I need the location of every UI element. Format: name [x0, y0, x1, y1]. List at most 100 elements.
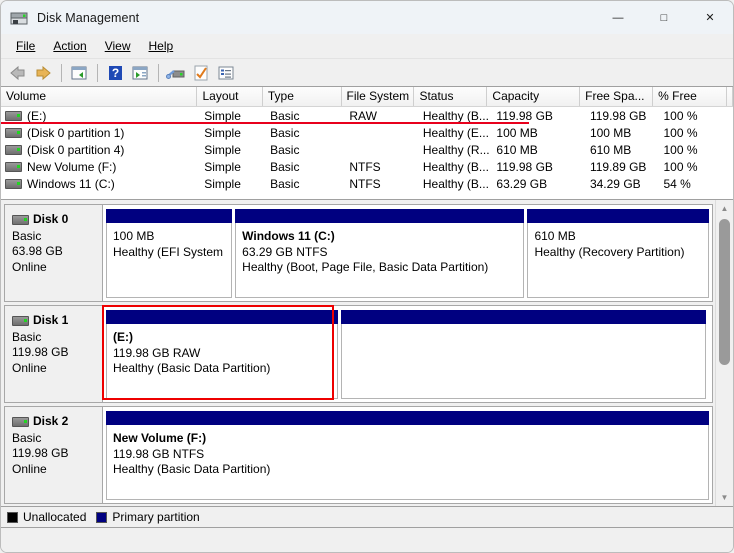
- cell-volume: (Disk 0 partition 4): [1, 143, 199, 157]
- partition-health: Healthy (Basic Data Partition): [113, 462, 271, 476]
- column-header-volume[interactable]: Volume: [1, 87, 198, 106]
- graphical-pane-scrollbar[interactable]: ▲ ▼: [715, 200, 733, 506]
- minimize-button[interactable]: —: [595, 1, 641, 34]
- disk-1-size: 119.98 GB: [12, 345, 69, 359]
- scroll-up-arrow-icon[interactable]: ▲: [716, 200, 733, 217]
- disk-2-name: Disk 2: [33, 414, 69, 428]
- show-hide-console-tree-icon[interactable]: [67, 61, 91, 84]
- scrollbar-thumb[interactable]: [719, 219, 730, 365]
- partition-details: 610 MB Healthy (Recovery Partition): [527, 223, 709, 298]
- cell-type: Basic: [270, 125, 300, 140]
- column-header-capacity[interactable]: Capacity: [487, 87, 581, 106]
- partition-size-fs: 63.29 GB NTFS: [242, 244, 328, 259]
- cell-capacity: 100 MB: [496, 125, 538, 140]
- legend-swatch-unallocated: [7, 511, 18, 523]
- partition-new-volume-f[interactable]: New Volume (F:) 119.98 GB NTFS Healthy (…: [106, 411, 709, 500]
- disk-2-title: Disk 2: [12, 414, 102, 430]
- menu-view[interactable]: View: [96, 36, 140, 56]
- partition-health: Healthy (Basic Data Partition): [113, 361, 271, 375]
- cell-volume-label: (Disk 0 partition 4): [27, 142, 125, 157]
- partition-color-bar: [106, 411, 709, 425]
- menu-help[interactable]: Help: [140, 36, 183, 56]
- table-row[interactable]: (Disk 0 partition 1) Simple Basic Health…: [1, 124, 733, 141]
- column-header-status[interactable]: Status: [414, 87, 488, 106]
- menu-help-label: Help: [148, 39, 174, 53]
- cell-capacity: 63.29 GB: [496, 176, 548, 191]
- table-row[interactable]: (Disk 0 partition 4) Simple Basic Health…: [1, 141, 733, 158]
- cell-volume: Windows 11 (C:): [1, 177, 199, 191]
- menu-bar: File Action View Help: [1, 34, 733, 59]
- cell-percent-free: 100 %: [663, 125, 698, 140]
- scroll-down-arrow-icon[interactable]: ▼: [716, 489, 733, 506]
- partition-recovery[interactable]: 610 MB Healthy (Recovery Partition): [527, 209, 709, 298]
- column-header-percent-free[interactable]: % Free: [653, 87, 727, 106]
- volume-list-rows: (E:) Simple Basic RAW Healthy (B... 119.…: [1, 107, 733, 192]
- column-header-layout[interactable]: Layout: [197, 87, 263, 106]
- partition-name: (E:): [113, 330, 133, 344]
- disk-info-disk-1: Disk 1 Basic 119.98 GB Online: [5, 306, 103, 402]
- window-title: Disk Management: [37, 10, 140, 25]
- disk-drive-icon: [10, 10, 28, 26]
- maximize-button[interactable]: □: [641, 1, 687, 34]
- legend-swatch-primary-partition: [96, 511, 108, 523]
- disk-drive-icon: [12, 214, 29, 225]
- partition-disk-1-remainder[interactable]: [340, 310, 706, 399]
- column-header-free-space[interactable]: Free Spa...: [580, 87, 654, 106]
- cell-file-system: NTFS: [349, 176, 381, 191]
- disk-1-partitions: (E:) 119.98 GB RAW Healthy (Basic Data P…: [102, 305, 712, 402]
- column-header-type[interactable]: Type: [262, 87, 342, 106]
- cell-capacity: 119.98 GB: [496, 159, 553, 174]
- disk-2-partitions: New Volume (F:) 119.98 GB NTFS Healthy (…: [103, 407, 712, 503]
- disk-row-disk-1[interactable]: Disk 1 Basic 119.98 GB Online (E:) 119.9…: [4, 305, 713, 403]
- partition-e-raw[interactable]: (E:) 119.98 GB RAW Healthy (Basic Data P…: [106, 310, 338, 399]
- table-row[interactable]: New Volume (F:) Simple Basic NTFS Health…: [1, 158, 733, 175]
- list-icon[interactable]: [214, 61, 238, 84]
- disk-0-size: 63.98 GB: [12, 244, 63, 258]
- cell-volume-label: (E:): [27, 108, 47, 123]
- volume-list-pane: Volume Layout Type File System Status Ca…: [1, 87, 733, 200]
- cell-layout: Simple: [204, 125, 241, 140]
- forward-icon[interactable]: [31, 61, 55, 84]
- disk-drive-icon: [12, 416, 29, 427]
- help-icon[interactable]: ?: [103, 61, 127, 84]
- partition-color-bar: [340, 310, 706, 324]
- cell-layout: Simple: [204, 159, 241, 174]
- cell-layout: Simple: [204, 176, 241, 191]
- cell-capacity: 119.98 GB: [496, 108, 553, 123]
- toolbar-separator: [97, 63, 98, 82]
- disk-0-state: Online: [12, 259, 47, 274]
- cell-volume-label: Windows 11 (C:): [27, 176, 115, 191]
- back-icon[interactable]: [6, 61, 30, 84]
- cell-percent-free: 54 %: [663, 176, 691, 191]
- partition-details: (E:) 119.98 GB RAW Healthy (Basic Data P…: [106, 324, 338, 399]
- column-header-filler[interactable]: [727, 87, 733, 106]
- cell-status: Healthy (B...: [422, 108, 489, 123]
- menu-action[interactable]: Action: [44, 36, 95, 56]
- partition-health: Healthy (Boot, Page File, Basic Data Par…: [242, 260, 489, 274]
- check-icon[interactable]: [189, 61, 213, 84]
- partition-size-fs: 100 MB: [113, 229, 155, 243]
- cell-file-system: RAW: [349, 108, 377, 123]
- disk-0-title: Disk 0: [12, 212, 102, 228]
- partition-windows-11-c[interactable]: Windows 11 (C:) 63.29 GB NTFS Healthy (B…: [235, 209, 525, 298]
- disk-graphical-scroll-area: Disk 0 Basic 63.98 GB Online 100 MB Heal…: [1, 200, 716, 506]
- disk-row-disk-0[interactable]: Disk 0 Basic 63.98 GB Online 100 MB Heal…: [4, 204, 713, 302]
- cell-free-space: 119.98 GB: [589, 108, 647, 123]
- disk-1-state: Online: [12, 360, 47, 375]
- legend-bar: Unallocated Primary partition: [1, 507, 733, 528]
- cell-volume: New Volume (F:): [1, 160, 199, 174]
- cell-percent-free: 100 %: [663, 108, 698, 123]
- disk-row-disk-2[interactable]: Disk 2 Basic 119.98 GB Online New Volume…: [4, 406, 713, 504]
- rescan-disks-icon[interactable]: [164, 61, 188, 84]
- disk-info-disk-2: Disk 2 Basic 119.98 GB Online: [5, 407, 103, 503]
- table-row[interactable]: Windows 11 (C:) Simple Basic NTFS Health…: [1, 175, 733, 192]
- cell-volume: (Disk 0 partition 1): [1, 126, 199, 140]
- properties-icon[interactable]: [128, 61, 152, 84]
- cell-status: Healthy (R...: [422, 142, 490, 157]
- disk-2-state: Online: [12, 461, 47, 476]
- partition-health: Healthy (EFI System: [113, 244, 224, 259]
- partition-efi-system[interactable]: 100 MB Healthy (EFI System: [106, 209, 233, 298]
- menu-file[interactable]: File: [7, 36, 44, 56]
- close-button[interactable]: ✕: [687, 1, 733, 34]
- column-header-file-system[interactable]: File System: [341, 87, 415, 106]
